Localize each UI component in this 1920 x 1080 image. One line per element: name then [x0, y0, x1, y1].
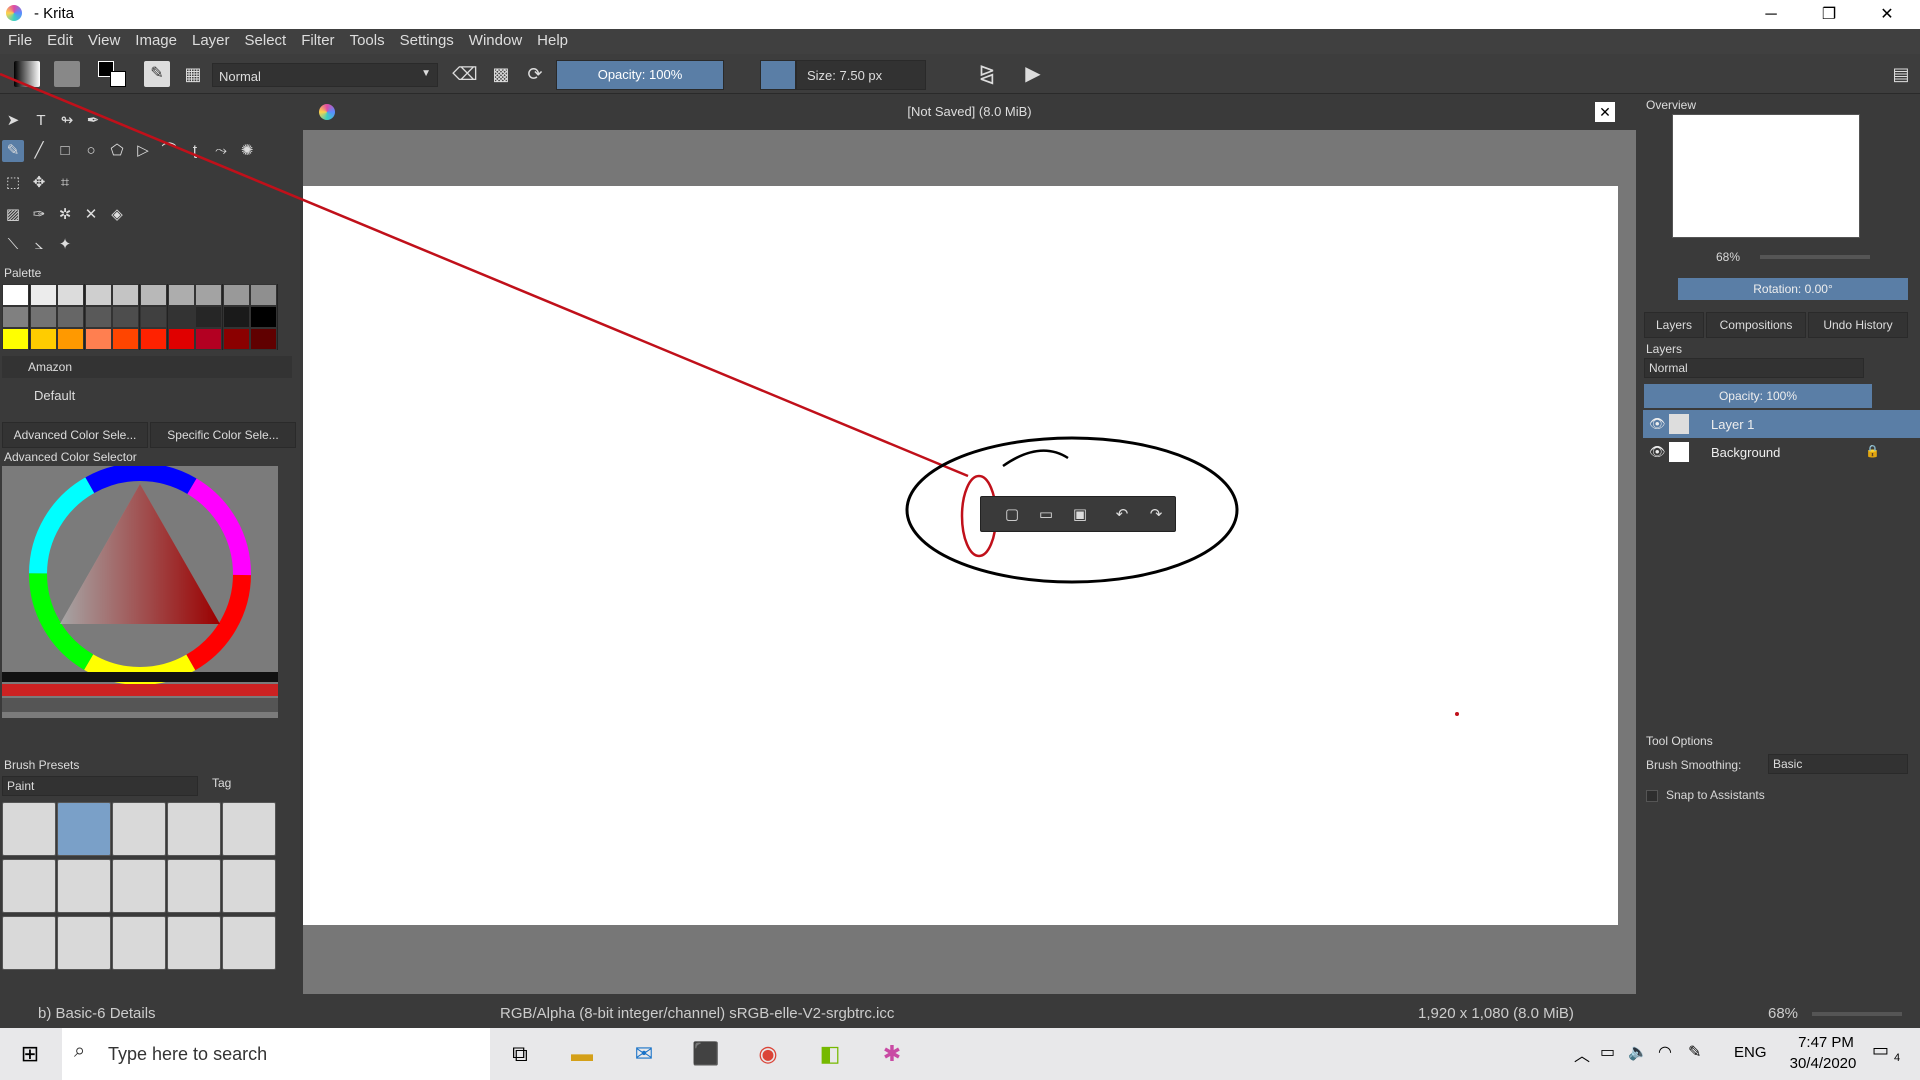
lock-icon[interactable]: 🔒 — [1865, 444, 1880, 458]
tray-language[interactable]: ENG — [1734, 1044, 1767, 1061]
overview-thumbnail[interactable] — [1672, 114, 1860, 238]
layer-row-background[interactable]: 👁 Background 🔒 — [1643, 438, 1920, 466]
annotation-red-line — [0, 72, 969, 478]
overview-zoom-slider[interactable] — [1760, 255, 1870, 259]
status-color-space: RGB/Alpha (8-bit integer/channel) sRGB-e… — [500, 1005, 895, 1022]
redo-icon[interactable]: ↷ — [1145, 504, 1167, 526]
overview-title: Overview — [1646, 98, 1697, 112]
tool-options-panel: Tool Options Brush Smoothing: Basic Snap… — [1640, 734, 1920, 854]
tray-volume-icon[interactable]: 🔈 — [1628, 1042, 1648, 1062]
chrome-icon[interactable]: ◉ — [746, 1034, 790, 1074]
status-image-size[interactable]: 1,920 x 1,080 (8.0 MiB) — [1418, 1005, 1574, 1022]
search-icon: ⌕ — [74, 1040, 86, 1062]
new-document-icon[interactable]: ▢ — [1001, 504, 1023, 526]
tab-compositions[interactable]: Compositions — [1706, 312, 1806, 338]
open-folder-icon[interactable]: ▭ — [1035, 504, 1057, 526]
snap-label: Snap to Assistants — [1666, 788, 1765, 802]
office-icon[interactable]: ⬛ — [684, 1034, 728, 1074]
tray-date[interactable]: 30/4/2020 — [1778, 1055, 1868, 1072]
notifications-icon[interactable]: ▭ — [1872, 1040, 1889, 1061]
tab-undo-history[interactable]: Undo History — [1808, 312, 1908, 338]
layer-thumbnail — [1669, 442, 1689, 462]
visibility-eye-icon[interactable]: 👁 — [1649, 444, 1666, 460]
mail-icon[interactable]: ✉ — [622, 1034, 666, 1074]
tray-pen-icon[interactable]: ✎ — [1688, 1042, 1701, 1062]
krita-taskbar-icon[interactable]: ✱ — [870, 1034, 914, 1074]
annotation-overlay — [0, 72, 1459, 716]
nvidia-icon[interactable]: ◧ — [808, 1034, 852, 1074]
zoom-slider[interactable] — [1812, 1012, 1902, 1016]
save-icon[interactable]: ▣ — [1069, 504, 1091, 526]
brush-smoothing-select[interactable]: Basic — [1768, 754, 1908, 774]
drawn-stroke — [1002, 449, 1069, 468]
tray-time[interactable]: 7:47 PM — [1786, 1034, 1866, 1051]
tool-options-title: Tool Options — [1646, 734, 1713, 748]
rotation-slider[interactable]: Rotation: 0.00° — [1678, 278, 1908, 300]
brush-smoothing-label: Brush Smoothing: — [1646, 758, 1742, 772]
undo-icon[interactable]: ↶ — [1111, 504, 1133, 526]
notifications-count: 4 — [1894, 1052, 1901, 1064]
tray-wifi-icon[interactable]: ◠ — [1658, 1042, 1672, 1062]
visibility-eye-icon[interactable]: 👁 — [1649, 416, 1666, 432]
layer-blend-select[interactable]: Normal — [1644, 358, 1864, 378]
layers-title: Layers — [1646, 342, 1683, 356]
layer-name: Background — [1711, 445, 1781, 460]
search-placeholder: Type here to search — [108, 1044, 268, 1064]
layer-name: Layer 1 — [1711, 417, 1755, 432]
start-windows-icon[interactable]: ⊞ — [8, 1034, 52, 1074]
right-dock: Overview 68% Rotation: 0.00° Layers Comp… — [1640, 94, 1920, 994]
task-view-icon[interactable]: ⧉ — [498, 1034, 542, 1074]
layer-opacity-slider[interactable]: Opacity: 100% — [1644, 384, 1872, 408]
windows-taskbar: ⊞ ⌕ Type here to search ⧉ ▬ ✉ ⬛ ◉ ◧ ✱ ︿ … — [0, 1028, 1920, 1080]
tab-layers[interactable]: Layers — [1644, 312, 1704, 338]
status-preset: b) Basic-6 Details — [38, 1005, 156, 1022]
file-explorer-icon[interactable]: ▬ — [560, 1034, 604, 1074]
layer-thumbnail — [1669, 414, 1689, 434]
floating-popup-toolbar: ▢ ▭ ▣ ↶ ↷ — [980, 496, 1176, 532]
tray-chevron-icon[interactable]: ︿ — [1574, 1042, 1590, 1066]
status-zoom: 68% — [1768, 1005, 1799, 1022]
layer-row-layer-1[interactable]: 👁 Layer 1 — [1643, 410, 1920, 438]
tray-battery-icon[interactable]: ▭ — [1600, 1042, 1615, 1062]
annotation-dot — [1455, 712, 1459, 716]
snap-checkbox[interactable] — [1646, 790, 1658, 802]
status-bar: b) Basic-6 Details RGB/Alpha (8-bit inte… — [0, 1000, 1920, 1028]
taskbar-search[interactable]: ⌕ Type here to search — [62, 1028, 490, 1080]
overview-zoom: 68% — [1716, 250, 1741, 264]
